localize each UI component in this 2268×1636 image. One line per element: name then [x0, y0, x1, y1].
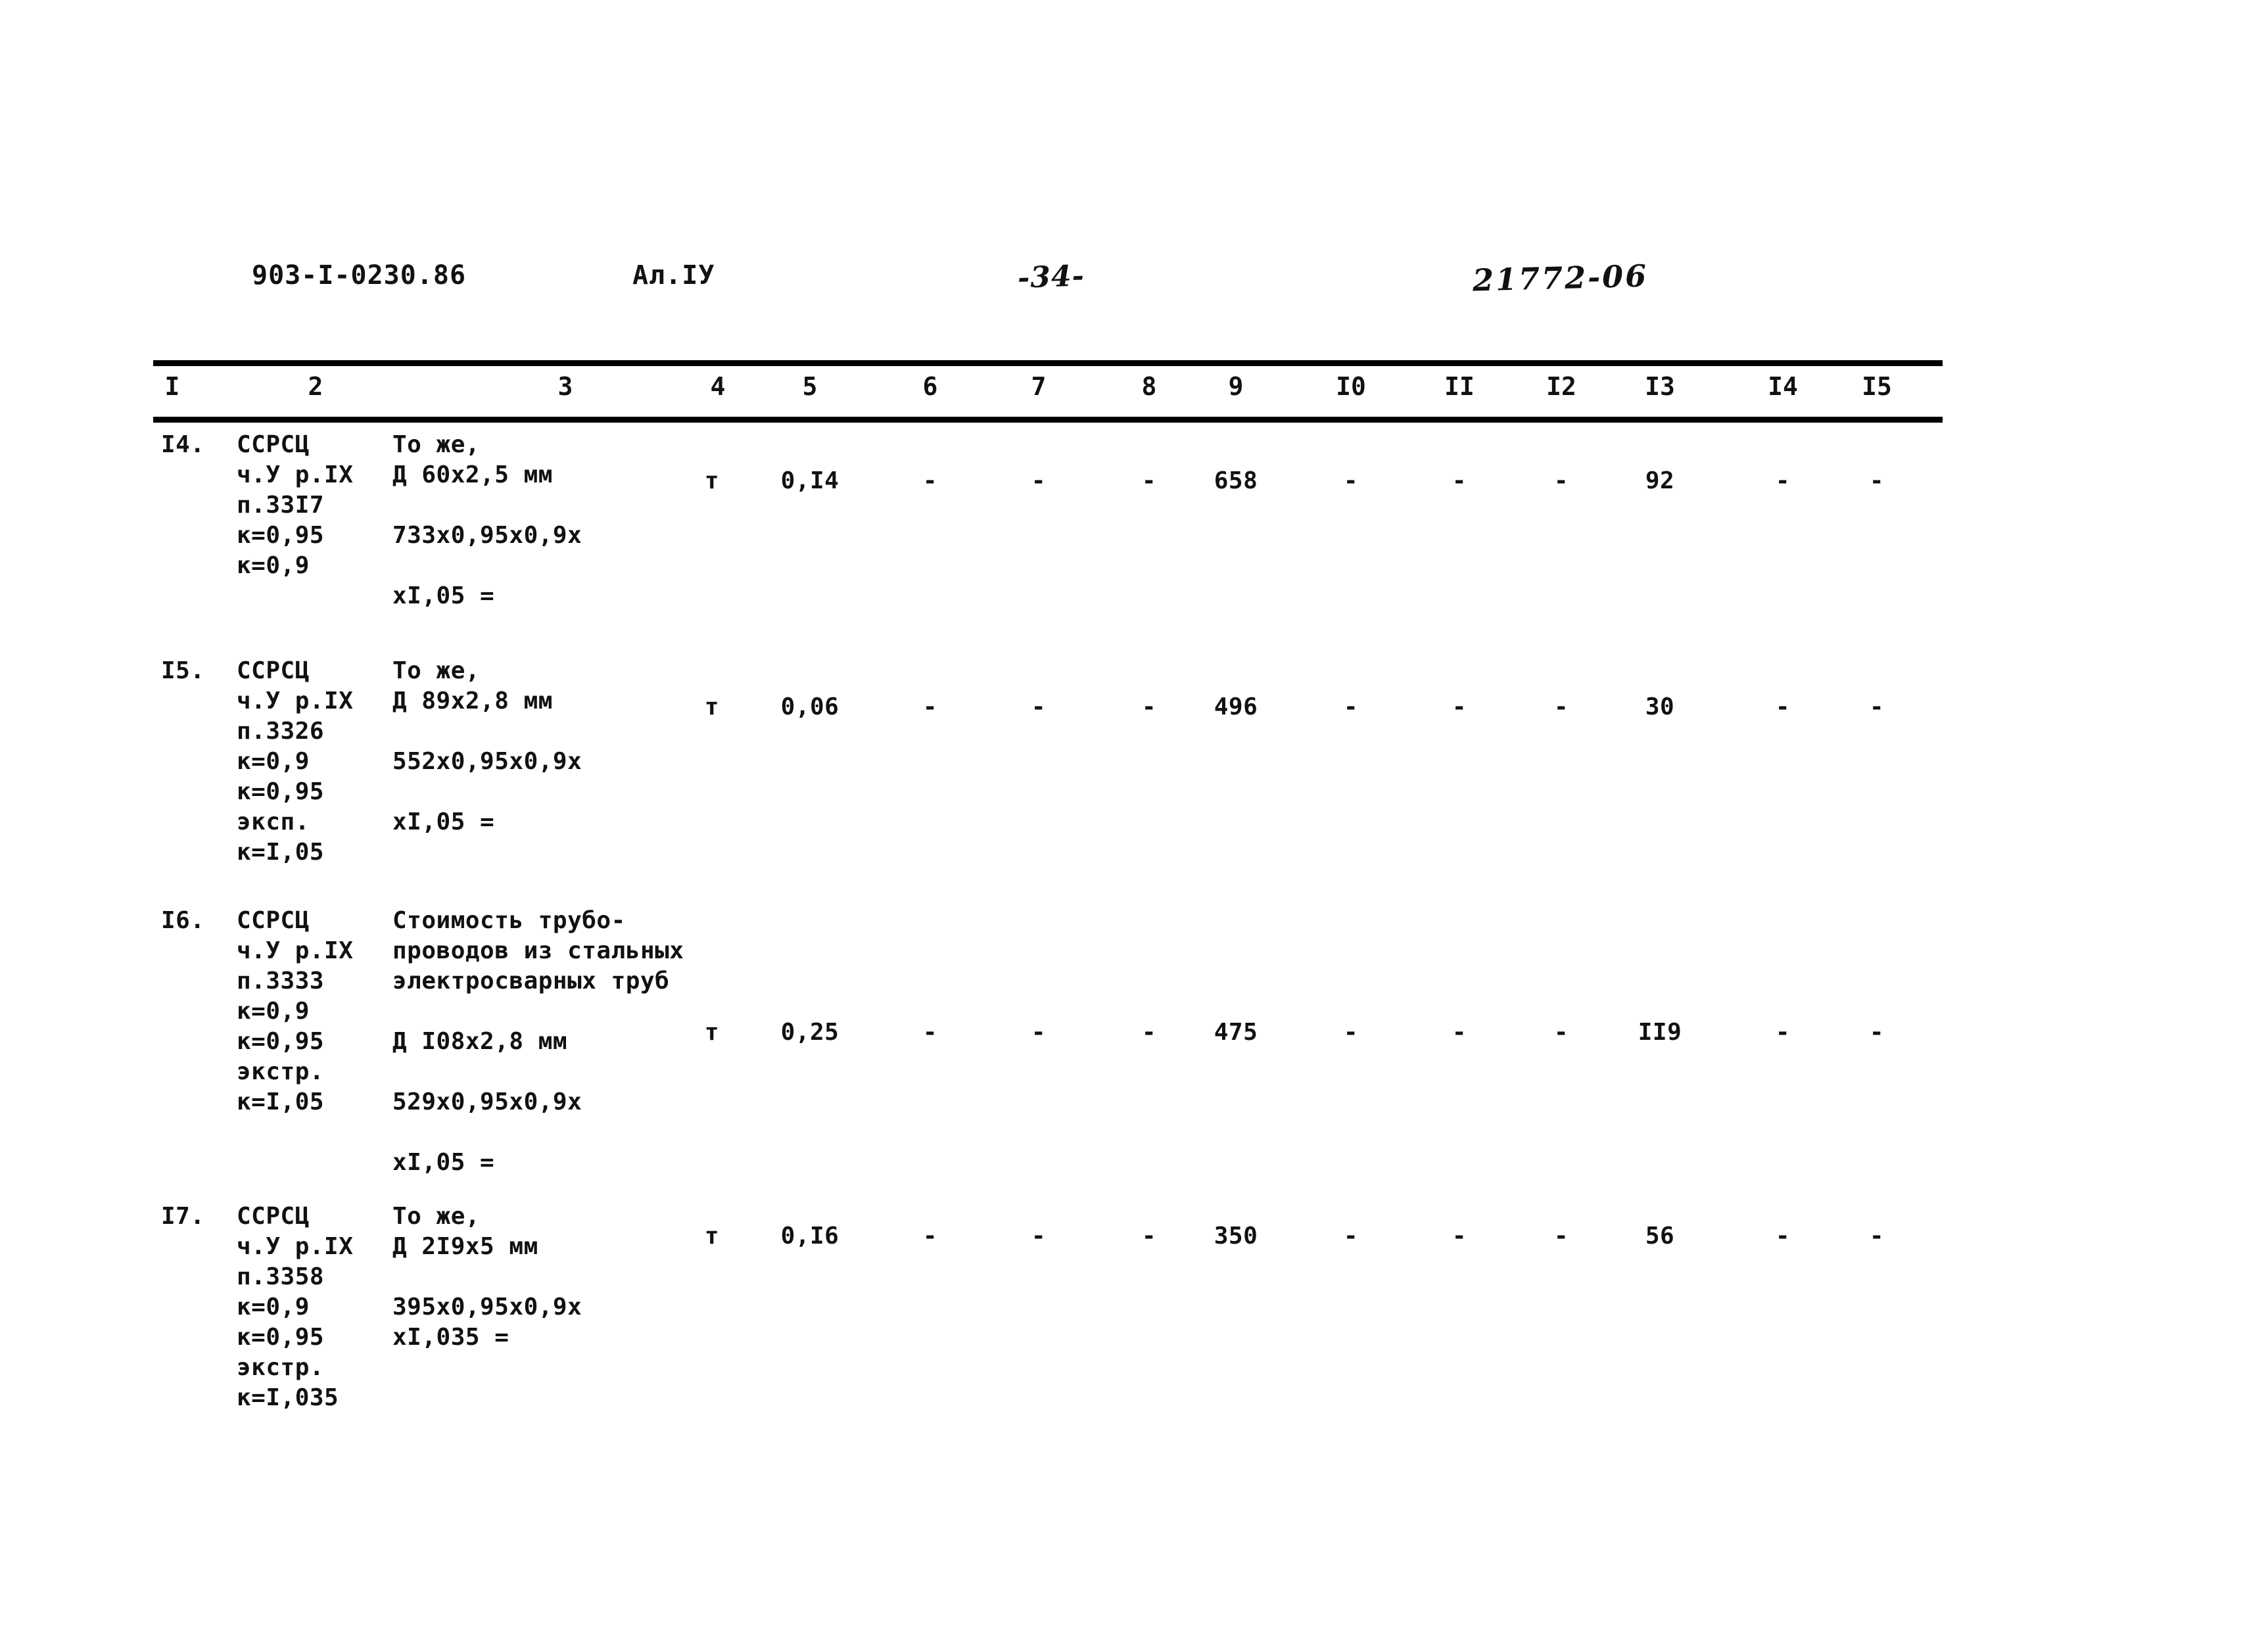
row-col14: - [1775, 467, 1791, 494]
row-col11: - [1452, 467, 1467, 494]
row-description: То же, Д 2I9x5 мм 395x0,95x0,9x xI,035 = [392, 1203, 582, 1351]
row-unit: т [704, 693, 720, 720]
column-header-13: I3 [1645, 372, 1675, 401]
row-col7: - [1031, 1019, 1047, 1046]
row-col9: 658 [1214, 467, 1258, 494]
row-col10: - [1343, 467, 1359, 494]
row-justification: ССРСЦ ч.У р.IX п.3358 к=0,9 к=0,95 экстр… [237, 1203, 354, 1411]
page-number: -34- [1017, 259, 1085, 295]
row-col6: - [922, 467, 938, 494]
row-description: Стоимость трубо- проводов из стальных эл… [392, 907, 684, 1176]
row-col10: - [1343, 1223, 1359, 1250]
row-col15: - [1869, 1223, 1885, 1250]
column-header-14: I4 [1768, 372, 1798, 401]
row-description: То же, Д 60x2,5 мм 733x0,95x0,9x xI,05 = [392, 431, 582, 609]
row-col13: 56 [1645, 1223, 1675, 1250]
row-col8: - [1141, 1019, 1157, 1046]
row-col9: 475 [1214, 1019, 1258, 1046]
row-description: То же, Д 89x2,8 мм 552x0,95x0,9x xI,05 = [392, 657, 582, 835]
column-header-6: 6 [922, 372, 938, 401]
document-page: 903-I-0230.86 Ал.IУ -34- 21772-06 I 2 3 … [0, 0, 2268, 1636]
row-col15: - [1869, 467, 1885, 494]
row-unit: т [704, 467, 720, 494]
row-col10: - [1343, 1019, 1359, 1046]
row-col12: - [1553, 1223, 1569, 1250]
row-col14: - [1775, 693, 1791, 720]
row-col6: - [922, 1223, 938, 1250]
row-col11: - [1452, 1019, 1467, 1046]
row-col7: - [1031, 1223, 1047, 1250]
document-code: 903-I-0230.86 [252, 260, 467, 291]
row-col5: 0,I4 [780, 467, 839, 494]
column-header-2: 2 [308, 372, 323, 401]
stamp-code: 21772-06 [1472, 258, 1649, 298]
table-rule-bottom [153, 417, 1943, 423]
column-header-10: I0 [1336, 372, 1366, 401]
row-col5: 0,06 [780, 693, 839, 720]
row-col6: - [922, 693, 938, 720]
row-col15: - [1869, 1019, 1885, 1046]
row-col11: - [1452, 693, 1467, 720]
row-col7: - [1031, 693, 1047, 720]
column-header-1: I [164, 372, 180, 401]
row-justification: ССРСЦ ч.У р.IX п.3326 к=0,9 к=0,95 эксп.… [237, 657, 354, 866]
column-header-7: 7 [1031, 372, 1047, 401]
row-col7: - [1031, 467, 1047, 494]
row-col14: - [1775, 1223, 1791, 1250]
row-col10: - [1343, 693, 1359, 720]
row-col13: II9 [1638, 1019, 1682, 1046]
column-header-8: 8 [1141, 372, 1157, 401]
column-header-4: 4 [710, 372, 726, 401]
row-col8: - [1141, 1223, 1157, 1250]
row-col13: 92 [1645, 467, 1675, 494]
table-rule-top [153, 360, 1943, 366]
album-label: Ал.IУ [632, 260, 715, 291]
row-justification: ССРСЦ ч.У р.IX п.33I7 к=0,95 к=0,9 [237, 431, 354, 579]
column-header-3: 3 [557, 372, 573, 401]
row-unit: т [704, 1019, 720, 1046]
row-col5: 0,I6 [780, 1223, 839, 1250]
row-col6: - [922, 1019, 938, 1046]
row-col11: - [1452, 1223, 1467, 1250]
row-col8: - [1141, 693, 1157, 720]
row-col9: 496 [1214, 693, 1258, 720]
column-header-5: 5 [802, 372, 818, 401]
row-col14: - [1775, 1019, 1791, 1046]
row-col13: 30 [1645, 693, 1675, 720]
row-col9: 350 [1214, 1223, 1258, 1250]
row-col12: - [1553, 467, 1569, 494]
column-header-9: 9 [1228, 372, 1244, 401]
column-header-11: II [1444, 372, 1475, 401]
row-col12: - [1553, 693, 1569, 720]
row-col15: - [1869, 693, 1885, 720]
row-col5: 0,25 [780, 1019, 839, 1046]
row-col8: - [1141, 467, 1157, 494]
row-justification: ССРСЦ ч.У р.IX п.3333 к=0,9 к=0,95 экстр… [237, 907, 354, 1115]
row-col12: - [1553, 1019, 1569, 1046]
column-header-12: I2 [1546, 372, 1576, 401]
row-unit: т [704, 1223, 720, 1250]
column-header-15: I5 [1862, 372, 1892, 401]
